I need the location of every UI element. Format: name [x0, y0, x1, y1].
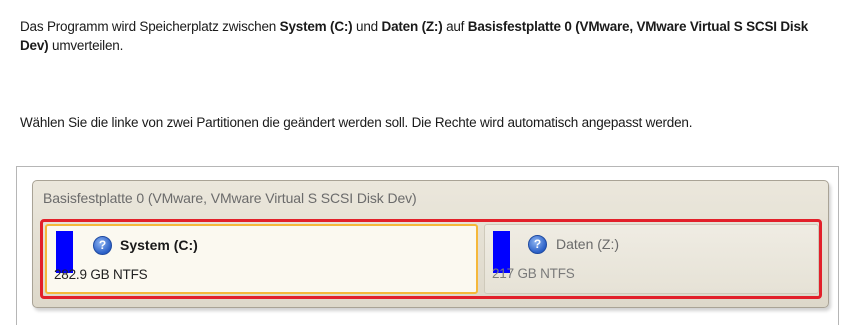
partition-size: 217 GB NTFS: [492, 266, 575, 281]
partition-daten-z[interactable]: ? Daten (Z:) 217 GB NTFS: [484, 224, 819, 294]
help-icon[interactable]: ?: [93, 236, 112, 255]
partition-pair-selection: ? System (C:) 282.9 GB NTFS ? Daten (Z:)…: [40, 219, 822, 299]
disk-box: Basisfestplatte 0 (VMware, VMware Virtua…: [32, 180, 829, 308]
intro-part-4: umverteilen.: [48, 38, 124, 53]
intro-part-2: und: [352, 19, 382, 34]
intro-text: Das Programm wird Speicherplatz zwischen…: [20, 17, 820, 55]
intro-part-3: auf: [442, 19, 468, 34]
instruction-text: Wählen Sie die linke von zwei Partitione…: [20, 115, 693, 130]
intro-partition-b: Daten (Z:): [381, 19, 443, 34]
partition-name: Daten (Z:): [556, 236, 620, 252]
partition-system-c[interactable]: ? System (C:) 282.9 GB NTFS: [45, 224, 478, 294]
help-icon[interactable]: ?: [528, 235, 547, 254]
disk-title: Basisfestplatte 0 (VMware, VMware Virtua…: [43, 190, 417, 206]
partition-name: System (C:): [120, 237, 198, 253]
partition-resize-page: Das Programm wird Speicherplatz zwischen…: [0, 0, 855, 325]
intro-part-1: Das Programm wird Speicherplatz zwischen: [20, 19, 280, 34]
intro-partition-a: System (C:): [279, 19, 353, 34]
partition-size: 282.9 GB NTFS: [54, 267, 148, 282]
